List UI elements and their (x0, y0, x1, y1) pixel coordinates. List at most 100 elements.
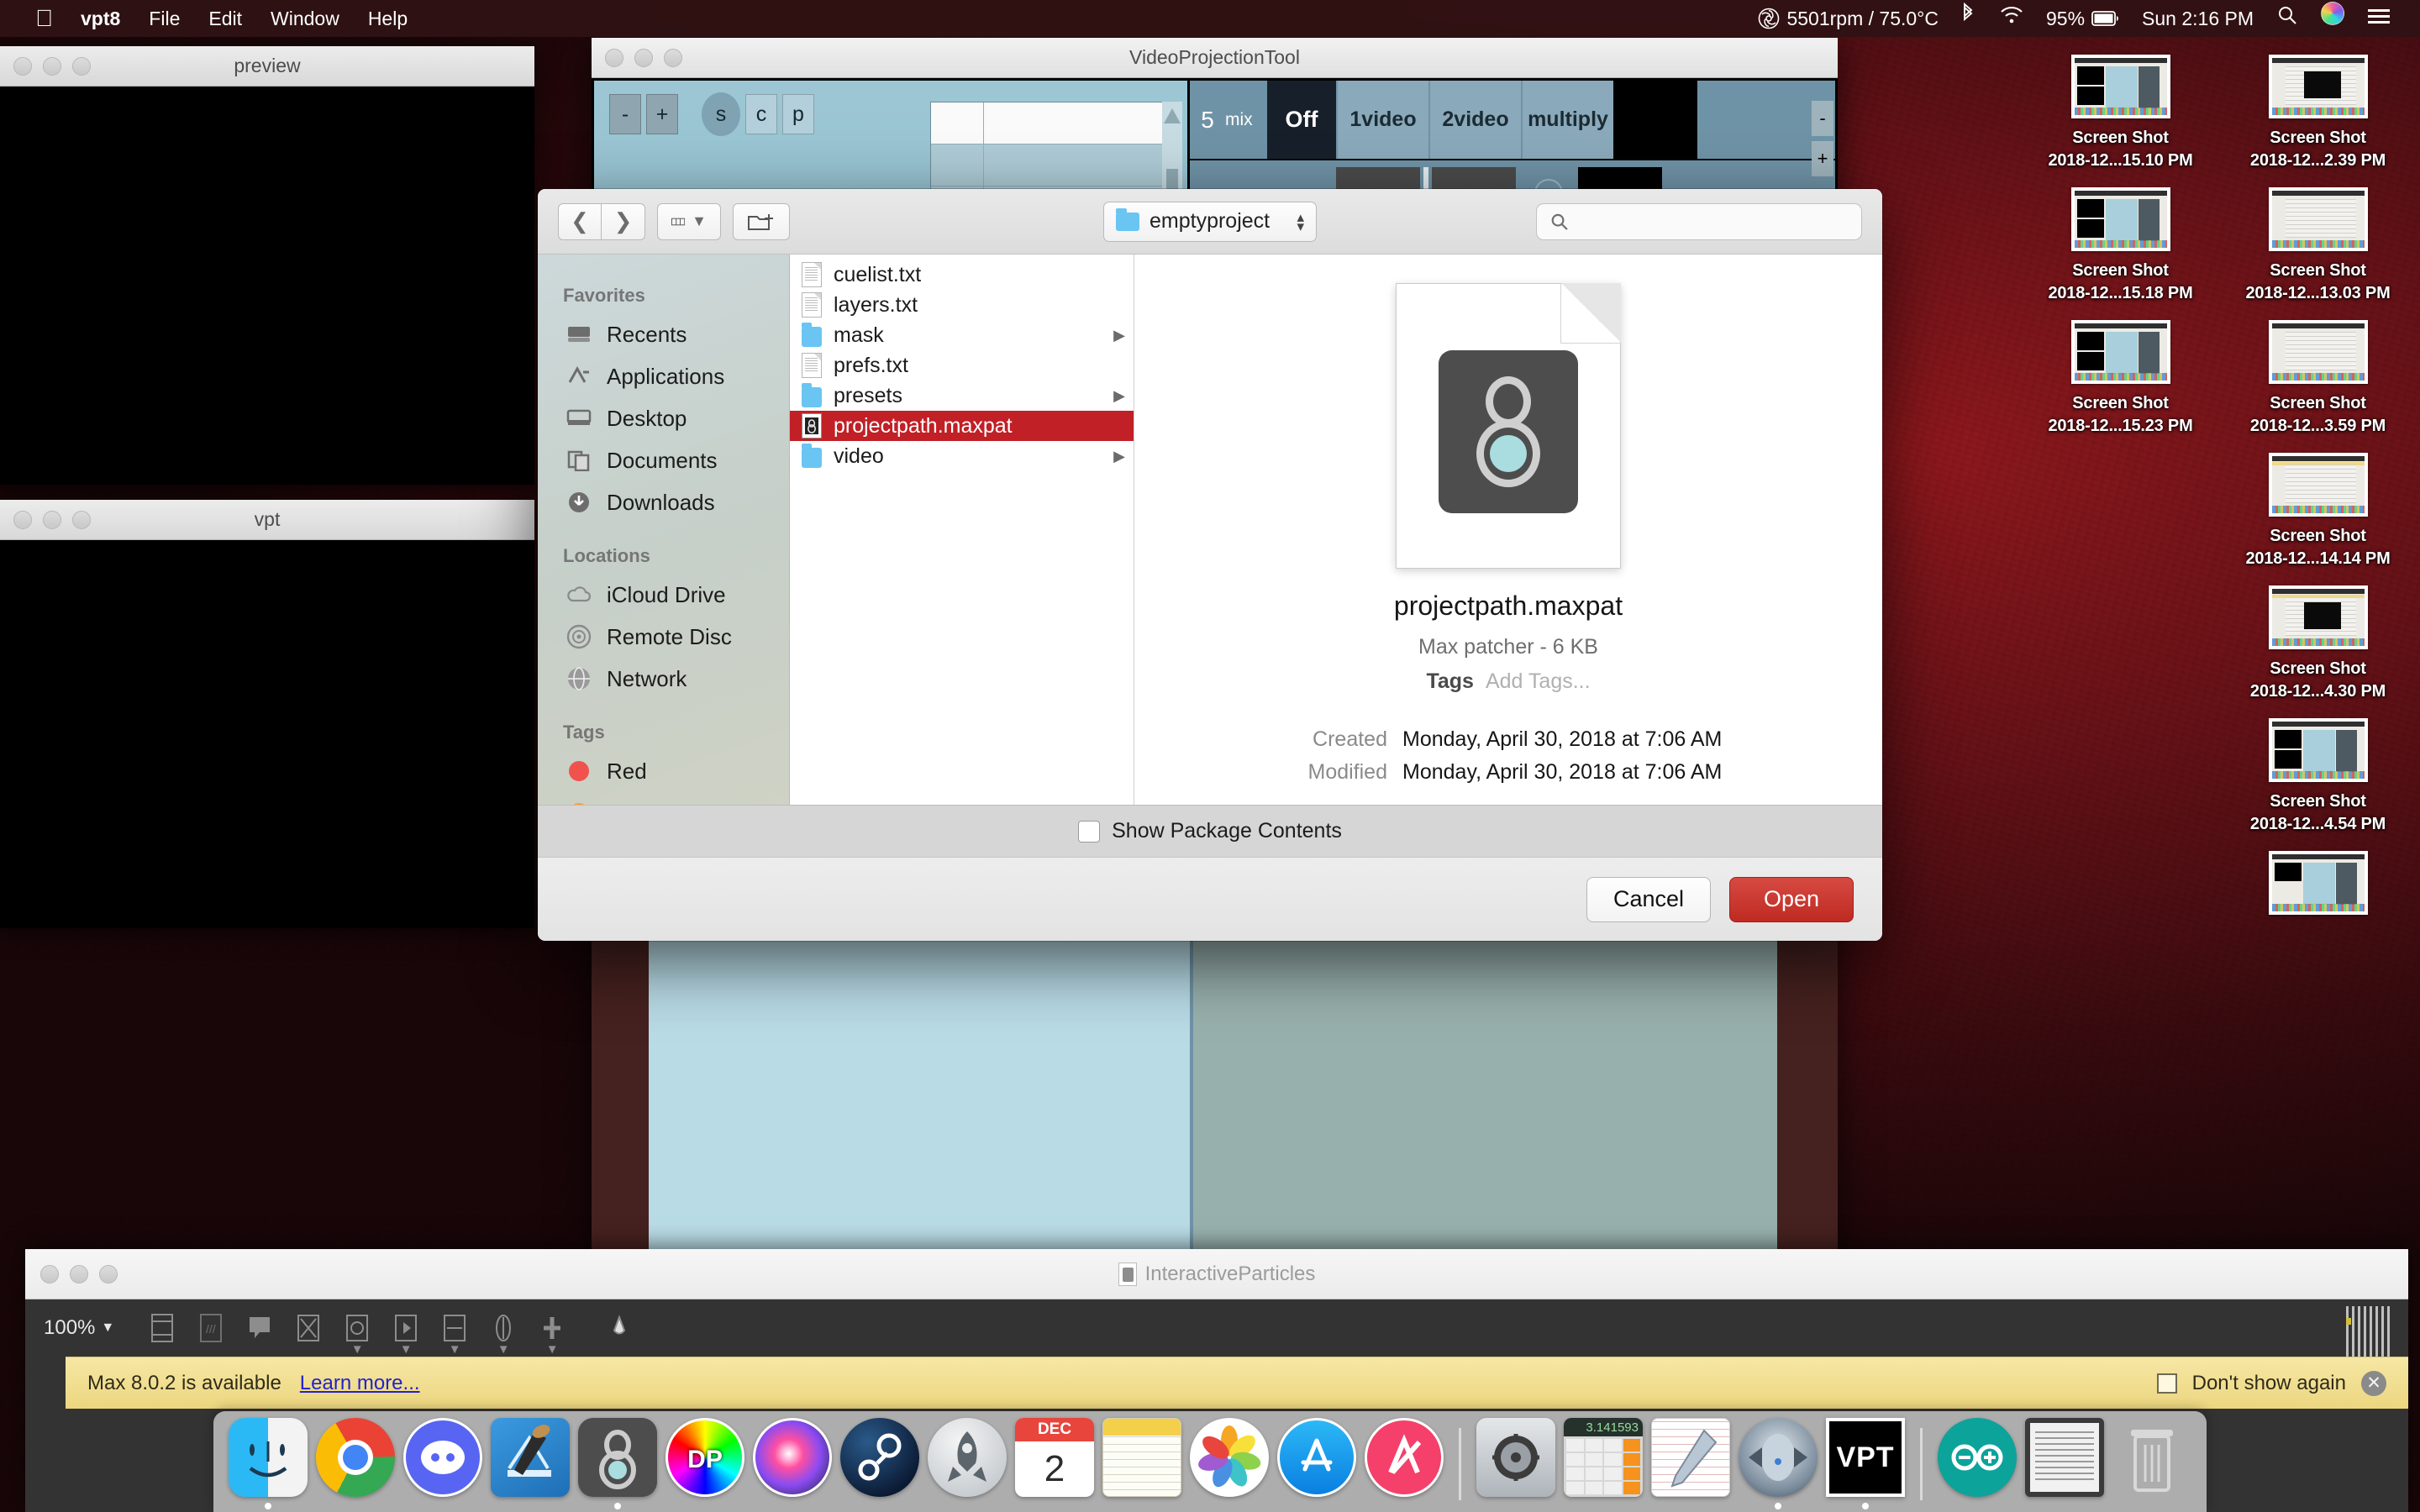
menu-window[interactable]: Window (256, 0, 354, 37)
dont-show-again-checkbox[interactable] (2156, 1373, 2177, 1394)
show-package-contents-checkbox[interactable] (1078, 820, 1101, 843)
show-package-contents-row[interactable]: Show Package Contents (538, 805, 1882, 857)
sidebar-item-tag-orange[interactable]: Orange (538, 792, 789, 805)
sidebar-item-documents[interactable]: Documents (538, 439, 789, 481)
desktop-icon[interactable]: Screen Shot 2018-12...3.59 PM (2219, 312, 2417, 438)
menu-help[interactable]: Help (354, 0, 422, 37)
cancel-button[interactable]: Cancel (1586, 876, 1711, 922)
chevron-down-icon[interactable]: ▼ (351, 1342, 364, 1357)
paint-bucket-icon[interactable] (595, 1308, 644, 1348)
dock-item-max[interactable] (576, 1418, 659, 1512)
mix-source-1[interactable]: 1video (1336, 81, 1428, 159)
patching-mode-icon[interactable]: /// (187, 1308, 235, 1348)
preview-tags-row[interactable]: Tags Add Tags... (1426, 669, 1590, 694)
fan-status-item[interactable]: 5501rpm / 75.0°C (1748, 8, 1949, 30)
mix-blendmode[interactable]: multiply (1521, 81, 1613, 159)
dock-item-affinity-designer[interactable] (1363, 1418, 1445, 1512)
window-traffic-lights[interactable] (40, 1264, 118, 1284)
slider-object-icon[interactable]: ▼ (430, 1308, 479, 1357)
ip-titlebar[interactable]: InteractiveParticles (25, 1249, 2408, 1299)
mix-row-state[interactable]: Off (1267, 81, 1336, 159)
dock-item-calendar[interactable]: DEC 2 (1013, 1418, 1096, 1512)
sidebar-item-desktop[interactable]: Desktop (538, 397, 789, 439)
window-traffic-lights[interactable] (13, 56, 91, 76)
desktop-icon[interactable]: Screen Shot 2018-12...2.39 PM (2219, 46, 2417, 172)
file-list-item[interactable]: presets ▶ (790, 381, 1134, 411)
close-icon[interactable]: ✕ (2361, 1370, 2386, 1396)
file-list-item[interactable]: cuelist.txt (790, 260, 1134, 290)
dock-item-digital-performer[interactable]: DP (664, 1418, 746, 1512)
file-list-item[interactable]: layers.txt (790, 290, 1134, 320)
zoom-button[interactable] (72, 510, 91, 529)
dock-item-app-store[interactable] (1276, 1418, 1358, 1512)
signal-object-icon[interactable]: ▼ (479, 1308, 528, 1357)
disable-icon[interactable] (284, 1308, 333, 1348)
sidebar-item-remote-disc[interactable]: Remote Disc (538, 616, 789, 658)
path-popup-button[interactable]: emptyproject ▴ ▾ (1103, 201, 1317, 242)
file-list-item[interactable]: mask ▶ (790, 320, 1134, 350)
preview-titlebar[interactable]: preview (0, 46, 534, 87)
dock-item-syphon[interactable] (1737, 1418, 1819, 1512)
bluetooth-icon[interactable] (1949, 0, 1987, 37)
file-list-item-selected[interactable]: projectpath.maxpat (790, 411, 1134, 441)
clear-button[interactable]: c (745, 94, 777, 134)
dock-item-system-preferences[interactable] (1475, 1418, 1557, 1512)
dock-item-vpt[interactable]: VPT (1824, 1418, 1907, 1512)
desktop-icon[interactable]: Screen Shot 2018-12...4.54 PM (2219, 710, 2417, 836)
siri-icon[interactable] (2309, 0, 2356, 37)
dock-item-discord[interactable] (402, 1418, 484, 1512)
zoom-level-control[interactable]: 100% ▼ (44, 1316, 114, 1340)
search-input[interactable] (1578, 209, 1848, 234)
search-field[interactable] (1536, 202, 1862, 240)
window-traffic-lights[interactable] (13, 510, 91, 529)
close-button[interactable] (13, 510, 32, 529)
menubar-app-name[interactable]: vpt8 (66, 0, 134, 37)
view-mode-button[interactable]: ▼ (657, 202, 721, 240)
dock-item-launchpad[interactable] (926, 1418, 1008, 1512)
zoom-button[interactable] (664, 48, 682, 67)
scroll-up-arrow[interactable] (1164, 108, 1181, 123)
sidebar-item-icloud-drive[interactable]: iCloud Drive (538, 574, 789, 616)
new-folder-button[interactable] (733, 202, 790, 240)
file-list-item[interactable]: video ▶ (790, 441, 1134, 471)
minimize-button[interactable] (43, 56, 61, 76)
grid-widget-icon[interactable] (2346, 1306, 2391, 1357)
close-button[interactable] (13, 56, 32, 76)
vpt-main-titlebar[interactable]: VideoProjectionTool (592, 38, 1838, 78)
dock-item-steam[interactable] (839, 1418, 921, 1512)
chevron-down-icon[interactable]: ▼ (546, 1342, 559, 1357)
desktop-icon[interactable]: Screen Shot 2018-12...14.14 PM (2219, 444, 2417, 570)
dock-item-notes[interactable] (1101, 1418, 1183, 1512)
circle-object-icon[interactable]: ▼ (333, 1308, 381, 1357)
dock-item-chrome[interactable] (314, 1418, 397, 1512)
dock-item-downloads-stack[interactable] (2023, 1418, 2106, 1512)
mix-plus-button[interactable]: + (1812, 141, 1833, 176)
desktop-icon[interactable] (2219, 843, 2417, 923)
sidebar-item-recents[interactable]: Recents (538, 313, 789, 355)
dialog-file-column[interactable]: cuelist.txt layers.txt mask ▶ prefs.txt … (790, 255, 1134, 805)
stepper-icon[interactable]: ▴ ▾ (1297, 210, 1304, 234)
sidebar-item-network[interactable]: Network (538, 658, 789, 700)
vpt-output-window[interactable]: vpt (0, 500, 534, 928)
dock-item-xcode[interactable] (489, 1418, 571, 1512)
comment-icon[interactable] (235, 1308, 284, 1348)
desktop-icon[interactable]: Screen Shot 2018-12...15.18 PM (2022, 179, 2219, 305)
dock-item-siri[interactable] (751, 1418, 834, 1512)
chevron-down-icon[interactable]: ▼ (449, 1342, 461, 1357)
sidebar-item-downloads[interactable]: Downloads (538, 481, 789, 523)
open-file-dialog[interactable]: ❮ ❯ ▼ emptyproject ▴ ▾ Favorites Recents… (538, 189, 1882, 941)
dock-item-trash[interactable] (2111, 1418, 2193, 1512)
control-center-icon[interactable] (2356, 0, 2402, 37)
dock-item-arduino[interactable] (1936, 1418, 2018, 1512)
back-button[interactable]: ❮ (558, 202, 602, 240)
add-layer-button[interactable]: + (646, 94, 678, 134)
learn-more-link[interactable]: Learn more... (300, 1372, 420, 1395)
dock-item-calculator[interactable]: 3.141593 (1562, 1418, 1644, 1512)
file-list-item[interactable]: prefs.txt (790, 350, 1134, 381)
sidebar-item-applications[interactable]: Applications (538, 355, 789, 397)
mix-source-2[interactable]: 2video (1428, 81, 1521, 159)
minimize-button[interactable] (70, 1264, 88, 1284)
dock-item-textedit[interactable] (1649, 1418, 1732, 1512)
menu-file[interactable]: File (134, 0, 194, 37)
chevron-down-icon[interactable]: ▼ (400, 1342, 413, 1357)
